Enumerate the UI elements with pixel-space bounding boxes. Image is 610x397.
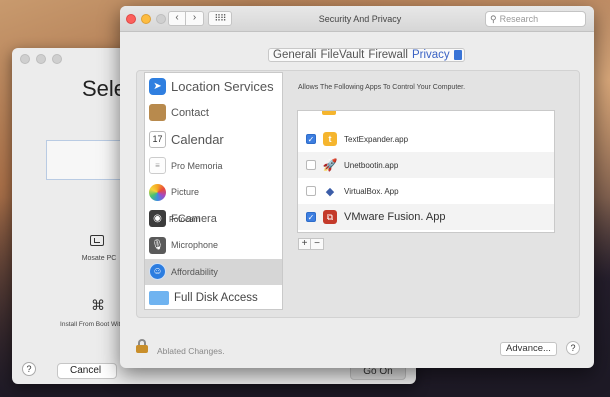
security-privacy-window: ‹ › ⠿⠿ Security And Privacy ⚲ Research G… bbox=[120, 6, 594, 368]
sidebar-item-label: Affordability bbox=[171, 266, 218, 277]
sidebar-item-label: Calendar bbox=[171, 131, 224, 147]
sidebar-item-accessibility[interactable]: ☺ Affordability bbox=[145, 258, 282, 285]
tab-general[interactable]: Generali bbox=[273, 49, 316, 61]
search-placeholder: Research bbox=[499, 14, 539, 24]
camera-overlay-label: Fotocam bbox=[169, 214, 201, 224]
app-name: Unetbootin.app bbox=[344, 160, 399, 170]
sidebar-item-full-disk-access[interactable]: Full Disk Access bbox=[145, 285, 282, 309]
app-checkbox[interactable]: ✓ bbox=[306, 212, 316, 222]
sidebar-item-calendar[interactable]: 17 Calendar bbox=[145, 126, 282, 153]
vmware-fusion-icon: ⧉ bbox=[323, 210, 337, 224]
remove-app-button[interactable]: − bbox=[311, 238, 324, 250]
tab-bar: Generali FileVault Firewall Privacy bbox=[268, 48, 465, 62]
zoom-light[interactable] bbox=[52, 54, 62, 64]
list-item[interactable]: ✓ t TextExpander.app bbox=[298, 126, 554, 152]
sidebar-item-label: Location Services bbox=[171, 78, 274, 94]
list-item[interactable]: 🚀 Unetbootin.app bbox=[298, 152, 554, 178]
lock-icon[interactable] bbox=[136, 339, 148, 353]
app-checkbox[interactable] bbox=[306, 186, 316, 196]
forward-button[interactable]: › bbox=[186, 11, 204, 26]
advanced-button[interactable]: Advance... bbox=[500, 342, 557, 356]
app-checkbox[interactable] bbox=[306, 160, 316, 170]
sidebar-item-reminders[interactable]: ≡ Pro Memoria bbox=[145, 153, 282, 180]
close-button[interactable] bbox=[126, 14, 136, 24]
sidebar-item-label: Microphone bbox=[171, 240, 219, 251]
sidebar-item-label: Picture bbox=[171, 187, 200, 198]
tab-privacy[interactable]: Privacy bbox=[412, 49, 450, 61]
sidebar-item-camera[interactable]: ◉ FCamera Fotocam bbox=[145, 206, 282, 233]
background-window-field[interactable] bbox=[46, 140, 126, 180]
photos-icon bbox=[149, 183, 166, 201]
partial-app-icon bbox=[322, 111, 336, 115]
cancel-button[interactable]: Cancel bbox=[57, 363, 117, 379]
sidebar-item-label: Full Disk Access bbox=[174, 292, 258, 305]
search-input[interactable]: ⚲ Research bbox=[485, 11, 586, 27]
location-arrow-icon: ➤ bbox=[149, 77, 166, 95]
app-name: TextExpander.app bbox=[344, 134, 409, 144]
unetbootin-rocket-icon: 🚀 bbox=[322, 158, 338, 172]
show-all-grid-icon[interactable]: ⠿⠿ bbox=[208, 11, 232, 26]
search-icon: ⚲ bbox=[490, 14, 497, 24]
navigation-buttons: ‹ › bbox=[168, 11, 204, 26]
sidebar-item-microphone[interactable]: 🎙 Microphone bbox=[145, 232, 282, 259]
folder-icon bbox=[149, 291, 169, 306]
microphone-icon: 🎙 bbox=[149, 236, 166, 254]
sidebar-item-label: Pro Memoria bbox=[171, 160, 223, 171]
list-item[interactable]: ◆ VirtualBox. App bbox=[298, 178, 554, 204]
close-light[interactable] bbox=[20, 54, 30, 64]
window-title: Security And Privacy bbox=[318, 14, 402, 24]
sidebar-item-label: Contact bbox=[171, 106, 209, 119]
back-button[interactable]: ‹ bbox=[168, 11, 186, 26]
app-name: VMware Fusion. App bbox=[344, 211, 446, 223]
tab-filevault[interactable]: FileVault bbox=[320, 49, 364, 61]
lock-body bbox=[136, 345, 148, 353]
sidebar-item-photos[interactable]: Picture bbox=[145, 179, 282, 206]
zoom-button[interactable] bbox=[156, 14, 166, 24]
textexpander-icon: t bbox=[323, 132, 337, 146]
background-window-lights bbox=[20, 54, 62, 64]
add-remove-buttons: + − bbox=[298, 238, 324, 250]
virtualbox-cube-icon: ◆ bbox=[325, 185, 335, 198]
camera-icon: ◉ bbox=[149, 210, 166, 228]
monitor-icon[interactable] bbox=[90, 235, 104, 246]
apps-list: ✓ t TextExpander.app 🚀 Unetbootin.app ◆ … bbox=[297, 110, 555, 233]
app-checkbox[interactable]: ✓ bbox=[306, 134, 316, 144]
sidebar-item-location-services[interactable]: ➤ Location Services bbox=[145, 73, 282, 100]
reminders-icon: ≡ bbox=[149, 157, 166, 175]
add-app-button[interactable]: + bbox=[298, 238, 311, 250]
help-button[interactable]: ? bbox=[566, 341, 580, 355]
lock-label: Ablated Changes. bbox=[157, 346, 225, 356]
usb-icon[interactable]: ⌘ bbox=[91, 297, 105, 314]
list-item[interactable]: ✓ ⧉ VMware Fusion. App bbox=[298, 204, 554, 230]
title-bar: ‹ › ⠿⠿ Security And Privacy ⚲ Research bbox=[120, 6, 594, 32]
tab-firewall[interactable]: Firewall bbox=[368, 49, 408, 61]
active-tab-marker bbox=[453, 50, 462, 60]
minimize-light[interactable] bbox=[36, 54, 46, 64]
contacts-book-icon bbox=[149, 104, 166, 122]
calendar-icon: 17 bbox=[149, 130, 166, 148]
help-button[interactable]: ? bbox=[22, 362, 36, 376]
accessibility-icon: ☺ bbox=[149, 263, 166, 281]
sidebar-item-contacts[interactable]: Contact bbox=[145, 100, 282, 127]
window-controls bbox=[126, 14, 166, 24]
apps-panel-title: Allows The Following Apps To Control You… bbox=[298, 84, 466, 91]
app-name: VirtualBox. App bbox=[344, 186, 399, 196]
minimize-button[interactable] bbox=[141, 14, 151, 24]
privacy-category-list: ➤ Location Services Contact 17 Calendar … bbox=[144, 72, 283, 310]
